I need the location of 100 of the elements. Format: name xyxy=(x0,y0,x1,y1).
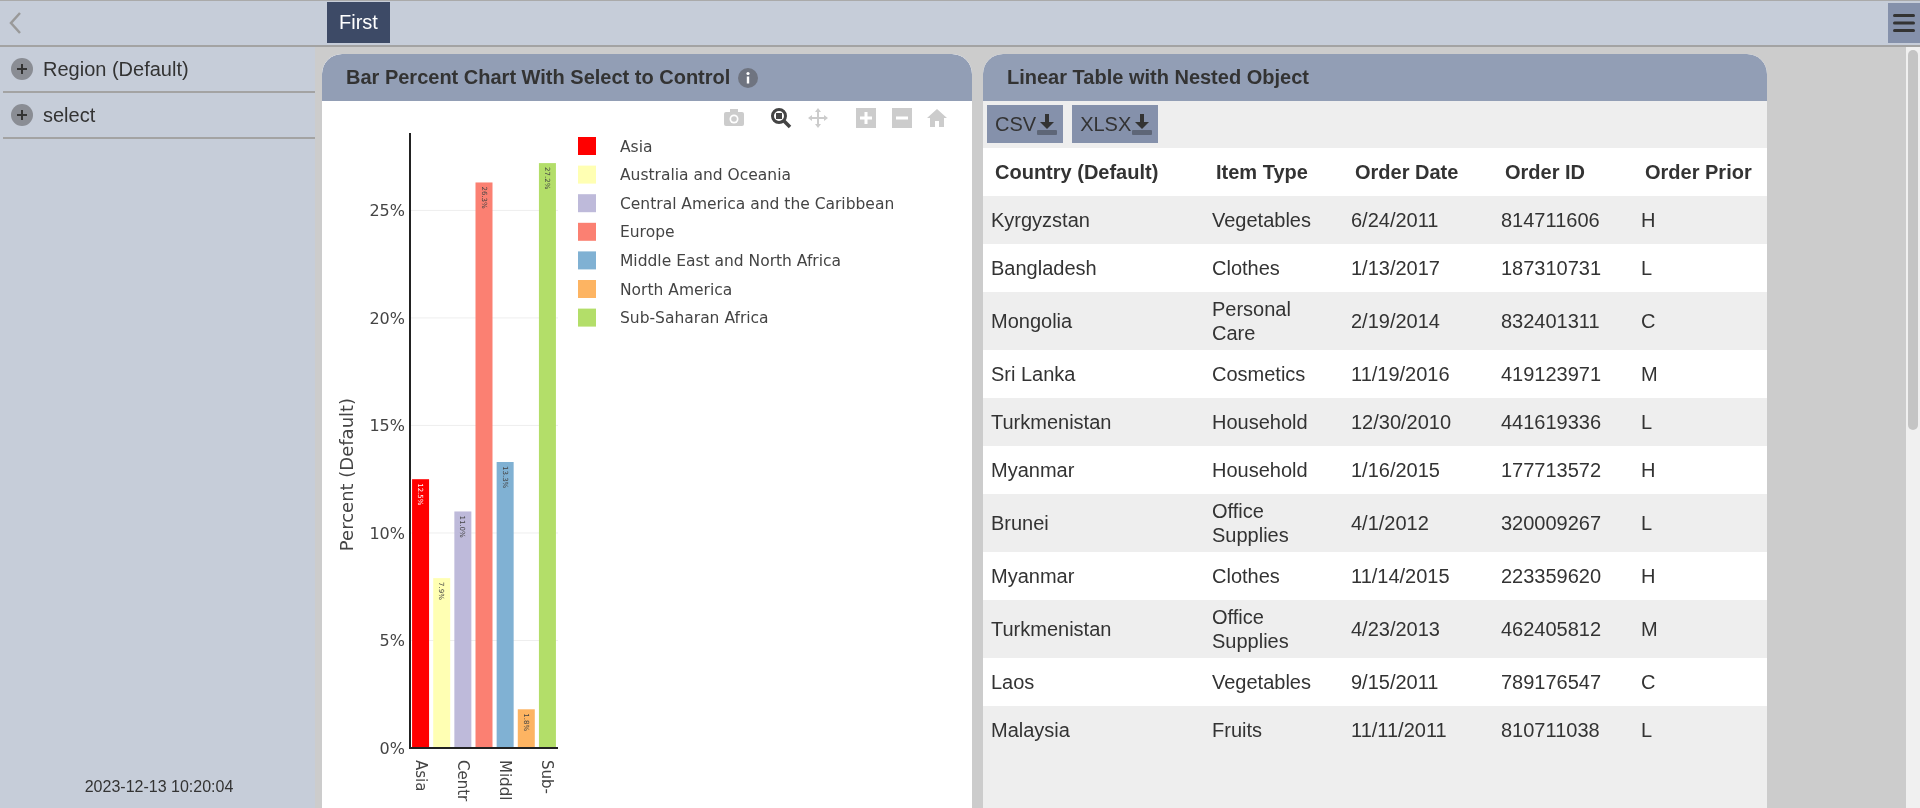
table-cell: Vegetables xyxy=(1204,658,1343,706)
column-header[interactable]: Order Date xyxy=(1343,148,1493,196)
column-header[interactable]: Order Prior xyxy=(1633,148,1767,196)
scrollbar[interactable] xyxy=(1906,47,1920,808)
table-cell: Myanmar xyxy=(983,446,1204,494)
y-tick-label: 10% xyxy=(369,523,405,543)
table-cell: H xyxy=(1633,552,1767,600)
legend-label[interactable]: Europe xyxy=(620,223,675,242)
back-button[interactable] xyxy=(8,11,22,35)
table-cell: Clothes xyxy=(1204,552,1343,600)
zoom-icon[interactable] xyxy=(771,108,792,129)
camera-icon[interactable] xyxy=(724,109,744,126)
timestamp: 2023-12-13 10:20:04 xyxy=(84,778,234,797)
y-tick-label: 5% xyxy=(379,631,405,651)
table-cell: 6/24/2011 xyxy=(1343,196,1493,244)
table-cell: Laos xyxy=(983,658,1204,706)
table-cell: 2/19/2014 xyxy=(1343,292,1493,350)
table-cell: Household xyxy=(1204,398,1343,446)
table-cell: 789176547 xyxy=(1493,658,1633,706)
table-cell: Turkmenistan xyxy=(983,600,1204,658)
legend-swatch[interactable] xyxy=(578,194,596,213)
legend-label[interactable]: Asia xyxy=(620,137,653,156)
panel-title: Bar Percent Chart With Select to Control xyxy=(346,66,731,89)
table-cell: Bangladesh xyxy=(983,244,1204,292)
y-tick-label: 25% xyxy=(369,201,405,221)
legend-label[interactable]: Central America and the Caribbean xyxy=(620,194,895,213)
x-tick-label: Centr xyxy=(453,760,472,802)
table-cell: Office Supplies xyxy=(1204,494,1343,552)
table-cell: Myanmar xyxy=(983,552,1204,600)
table-cell: M xyxy=(1633,350,1767,398)
legend-label[interactable]: Australia and Oceania xyxy=(620,166,791,185)
table-cell: 223359620 xyxy=(1493,552,1633,600)
tab[interactable]: First xyxy=(327,2,390,43)
table-cell: Personal Care xyxy=(1204,292,1343,350)
column-header[interactable]: Item Type xyxy=(1204,148,1343,196)
download-icon xyxy=(1036,113,1059,135)
table-cell: 11/14/2015 xyxy=(1343,552,1493,600)
table-cell: Sri Lanka xyxy=(983,350,1204,398)
table-cell: 832401311 xyxy=(1493,292,1633,350)
table-cell: C xyxy=(1633,292,1767,350)
table-cell: Brunei xyxy=(983,494,1204,552)
table-cell: 4/1/2012 xyxy=(1343,494,1493,552)
table-cell: 187310731 xyxy=(1493,244,1633,292)
plus-icon[interactable] xyxy=(856,108,876,128)
table-cell: 320009267 xyxy=(1493,494,1633,552)
download-icon xyxy=(1131,113,1154,135)
export-button[interactable]: CSV xyxy=(987,105,1064,143)
table-cell: M xyxy=(1633,600,1767,658)
menu-button[interactable] xyxy=(1888,3,1920,43)
legend-swatch[interactable] xyxy=(578,165,596,184)
x-tick-label: Asia xyxy=(411,760,430,792)
legend-swatch[interactable] xyxy=(578,251,596,270)
table-cell: 419123971 xyxy=(1493,350,1633,398)
filter-header[interactable]: Region (Default) xyxy=(3,47,315,93)
table-cell: 462405812 xyxy=(1493,600,1633,658)
table-cell: 441619336 xyxy=(1493,398,1633,446)
table-cell: Cosmetics xyxy=(1204,350,1343,398)
column-header[interactable]: Order ID xyxy=(1493,148,1633,196)
legend-swatch[interactable] xyxy=(578,222,596,241)
home-icon[interactable] xyxy=(927,109,947,127)
table-cell: 1/13/2017 xyxy=(1343,244,1493,292)
table-cell: Mongolia xyxy=(983,292,1204,350)
info-icon[interactable] xyxy=(738,67,759,88)
table-cell: 4/23/2013 xyxy=(1343,600,1493,658)
table-cell: 11/19/2016 xyxy=(1343,350,1493,398)
table-cell: 9/15/2011 xyxy=(1343,658,1493,706)
chevron-left-icon xyxy=(8,11,22,35)
legend-swatch[interactable] xyxy=(578,137,596,155)
table-cell: Turkmenistan xyxy=(983,398,1204,446)
table-cell: Kyrgyzstan xyxy=(983,196,1204,244)
menu-icon xyxy=(1893,14,1915,32)
legend-label[interactable]: North America xyxy=(620,280,733,299)
table-cell: H xyxy=(1633,196,1767,244)
column-header[interactable]: Country (Default) xyxy=(983,148,1204,196)
filter-header[interactable]: select xyxy=(3,93,315,139)
move-icon[interactable] xyxy=(808,108,828,128)
table-cell: Vegetables xyxy=(1204,196,1343,244)
table-cell: Clothes xyxy=(1204,244,1343,292)
table-cell: L xyxy=(1633,244,1767,292)
legend-label[interactable]: Sub-Saharan Africa xyxy=(620,309,769,328)
table-cell: L xyxy=(1633,398,1767,446)
y-tick-label: 0% xyxy=(379,739,405,758)
x-tick-label: Sub- xyxy=(538,760,557,794)
table-cell: Household xyxy=(1204,446,1343,494)
panel-title: Linear Table with Nested Object xyxy=(1007,66,1309,89)
table-cell: 814711606 xyxy=(1493,196,1633,244)
y-tick-label: 15% xyxy=(369,416,405,436)
table-cell: 1/16/2015 xyxy=(1343,446,1493,494)
legend-swatch[interactable] xyxy=(578,308,596,327)
table-cell: H xyxy=(1633,446,1767,494)
minus-icon[interactable] xyxy=(892,108,912,128)
export-button[interactable]: XLSX xyxy=(1072,105,1159,143)
y-axis-label: Percent (Default) xyxy=(336,397,357,552)
legend-label[interactable]: Middle East and North Africa xyxy=(620,251,842,270)
table-cell: 177713572 xyxy=(1493,446,1633,494)
table-cell: L xyxy=(1633,494,1767,552)
table-cell: Office Supplies xyxy=(1204,600,1343,658)
x-tick-label: Middl xyxy=(496,760,515,801)
legend-swatch[interactable] xyxy=(578,280,596,298)
bar xyxy=(517,709,535,748)
